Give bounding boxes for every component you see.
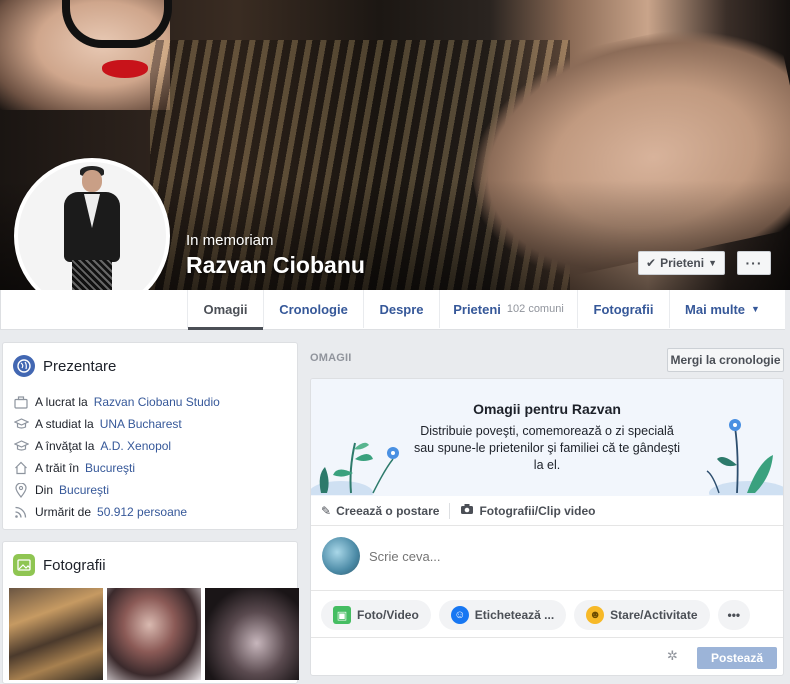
- profile-name[interactable]: Razvan Ciobanu: [186, 252, 365, 279]
- tag-friends-action[interactable]: ☺ Etichetează ...: [438, 600, 567, 630]
- friends-button-label: Prieteni: [660, 256, 705, 270]
- camera-icon: [460, 503, 474, 518]
- tab-label: Mai multe: [685, 301, 746, 317]
- intro-text: A studiat la: [35, 417, 94, 431]
- intro-item-lived: A trăit în Bucureşti: [13, 457, 287, 479]
- intro-link-university[interactable]: UNA Bucharest: [100, 417, 182, 431]
- check-icon: ✔: [646, 256, 657, 270]
- tab-mai-multe[interactable]: Mai multe ▼: [669, 290, 775, 328]
- tribute-banner-text: Distribuie poveşti, comemorează o zi spe…: [413, 424, 681, 472]
- more-actions-label: •••: [727, 608, 741, 622]
- intro-item-work: A lucrat la Razvan Ciobanu Studio: [13, 391, 287, 413]
- flowers-right-illustration: [706, 419, 783, 495]
- briefcase-icon: [13, 394, 29, 410]
- intro-link-from[interactable]: Bucureşti: [59, 483, 109, 497]
- pencil-icon: ✎: [321, 503, 332, 518]
- caret-down-icon: ▼: [751, 304, 760, 314]
- followers-icon: [13, 504, 29, 520]
- tab-label: Fotografii: [593, 301, 654, 317]
- post-writer: [311, 527, 783, 591]
- tab-photo-video-label: Fotografii/Clip video: [479, 503, 596, 518]
- avatar-head: [82, 170, 102, 192]
- action-label: Foto/Video: [357, 608, 419, 622]
- post-button[interactable]: Postează: [697, 647, 777, 669]
- tab-photo-video[interactable]: Fotografii/Clip video: [450, 496, 605, 526]
- photos-title: Fotografii: [43, 556, 106, 574]
- tab-label: Omagii: [203, 301, 248, 317]
- intro-title: Prezentare: [43, 357, 117, 375]
- post-text-input[interactable]: [369, 549, 749, 564]
- profile-picture-image: [18, 162, 166, 310]
- tab-prieteni[interactable]: Prieteni 102 comuni: [439, 290, 577, 328]
- tribute-banner: Omagii pentru Razvan Distribuie poveşti,…: [311, 379, 783, 496]
- tab-create-post[interactable]: ✎ Creează o postare: [311, 496, 449, 526]
- photo-thumbnail[interactable]: [107, 588, 201, 680]
- graduation-cap-icon: [13, 438, 29, 454]
- flowers-left-illustration: [311, 442, 399, 495]
- tab-fotografii[interactable]: Fotografii: [577, 290, 669, 328]
- intro-text: Urmărit de: [35, 505, 92, 519]
- photos-card: Fotografii: [2, 541, 299, 684]
- intro-text: Din: [35, 483, 54, 497]
- photo-thumbnail[interactable]: [9, 588, 103, 680]
- home-icon: [13, 460, 29, 476]
- go-to-timeline-button[interactable]: Mergi la cronologie: [667, 348, 784, 372]
- profile-nav: Omagii Cronologie Despre Prieteni 102 co…: [0, 290, 785, 330]
- smiley-icon: ☻: [586, 606, 605, 624]
- composer-tabs: ✎ Creează o postare Fotografii/Clip vide…: [311, 496, 783, 526]
- gear-icon[interactable]: ✲: [667, 648, 678, 664]
- location-pin-icon: [13, 482, 29, 498]
- composer-footer: ✲ Postează: [311, 637, 783, 675]
- tribute-composer: Omagii pentru Razvan Distribuie poveşti,…: [310, 378, 784, 676]
- more-actions-button[interactable]: •••: [717, 600, 751, 630]
- intro-link-work[interactable]: Razvan Ciobanu Studio: [94, 395, 220, 409]
- intro-list: A lucrat la Razvan Ciobanu Studio A stud…: [13, 391, 287, 523]
- globe-icon: [13, 355, 35, 377]
- intro-text: A trăit în: [35, 461, 80, 475]
- graduation-cap-icon: [13, 416, 29, 432]
- intro-text: A învăţat la: [35, 439, 95, 453]
- tab-omagii[interactable]: Omagii: [187, 290, 263, 330]
- memorial-label: In memoriam: [186, 232, 274, 249]
- photo-icon: [13, 554, 35, 576]
- intro-item-studied: A studiat la UNA Bucharest: [13, 413, 287, 435]
- intro-item-followers: Urmărit de 50.912 persoane: [13, 501, 287, 523]
- caret-down-icon: ▼: [708, 258, 717, 268]
- feeling-activity-action[interactable]: ☻ Stare/Activitate: [574, 600, 710, 630]
- friends-button[interactable]: ✔ Prieteni ▼: [638, 251, 725, 275]
- post-actions: ▣ Foto/Video ☺ Etichetează ... ☻ Stare/A…: [311, 593, 783, 637]
- more-options-button[interactable]: ···: [737, 251, 771, 275]
- intro-card: Prezentare A lucrat la Razvan Ciobanu St…: [2, 342, 298, 530]
- tribute-banner-title: Omagii pentru Razvan: [473, 401, 621, 417]
- cover-lips: [102, 60, 148, 78]
- tag-people-icon: ☺: [450, 606, 469, 624]
- photos-grid: [9, 588, 299, 680]
- photo-thumbnail[interactable]: [205, 588, 299, 680]
- intro-link-school[interactable]: A.D. Xenopol: [100, 439, 171, 453]
- tab-create-post-label: Creează o postare: [336, 503, 440, 518]
- tab-label: Prieteni: [453, 301, 501, 317]
- photo-video-action[interactable]: ▣ Foto/Video: [321, 600, 431, 630]
- photo-icon: ▣: [333, 606, 351, 624]
- action-label: Stare/Activitate: [610, 608, 698, 622]
- mutual-friends-count: 102 comuni: [506, 303, 564, 315]
- action-label: Etichetează ...: [474, 608, 555, 622]
- intro-link-followers[interactable]: 50.912 persoane: [97, 505, 187, 519]
- user-avatar[interactable]: [322, 537, 360, 575]
- tributes-section-label: OMAGII: [310, 352, 352, 364]
- intro-text: A lucrat la: [35, 395, 88, 409]
- intro-item-from: Din Bucureşti: [13, 479, 287, 501]
- tab-despre[interactable]: Despre: [363, 290, 439, 328]
- tab-label: Cronologie: [279, 301, 348, 317]
- intro-link-lived[interactable]: Bucureşti: [85, 461, 135, 475]
- tab-label: Despre: [379, 301, 424, 317]
- intro-item-school: A învăţat la A.D. Xenopol: [13, 435, 287, 457]
- tab-cronologie[interactable]: Cronologie: [263, 290, 363, 328]
